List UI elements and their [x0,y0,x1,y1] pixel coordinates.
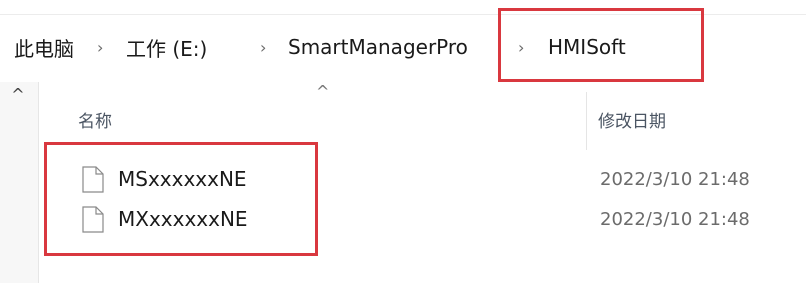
file-modified-date: 2022/3/10 21:48 [600,208,750,230]
breadcrumb-item-this-pc[interactable]: 此电脑 [14,30,74,64]
scroll-up-icon[interactable]: ^ [8,84,28,104]
breadcrumb-separator[interactable]: › [260,30,266,64]
file-modified-date: 2022/3/10 21:48 [600,168,750,190]
file-icon [82,206,104,233]
file-name[interactable]: MSxxxxxxNE [118,162,247,196]
breadcrumb-separator[interactable]: › [97,30,103,64]
column-header-modified[interactable]: 修改日期 [598,104,666,134]
sort-ascending-icon: ^ [316,82,330,101]
list-item[interactable]: MSxxxxxxNE 2022/3/10 21:48 [74,162,804,196]
highlight-box-files [44,142,318,256]
column-divider[interactable] [586,92,587,150]
title-bar-strip [0,0,806,15]
breadcrumb-item-hmisoft[interactable]: HMISoft [548,30,626,64]
file-name[interactable]: MXxxxxxxNE [118,202,248,236]
file-icon [82,166,104,193]
list-item[interactable]: MXxxxxxxNE 2022/3/10 21:48 [74,202,804,236]
breadcrumb-item-drive[interactable]: 工作 (E:) [126,30,207,64]
breadcrumb-item-smartmanagerpro[interactable]: SmartManagerPro [288,30,494,64]
navigation-pane[interactable] [0,82,39,283]
column-header-name[interactable]: 名称 [78,104,112,134]
breadcrumb-separator[interactable]: › [518,30,524,64]
